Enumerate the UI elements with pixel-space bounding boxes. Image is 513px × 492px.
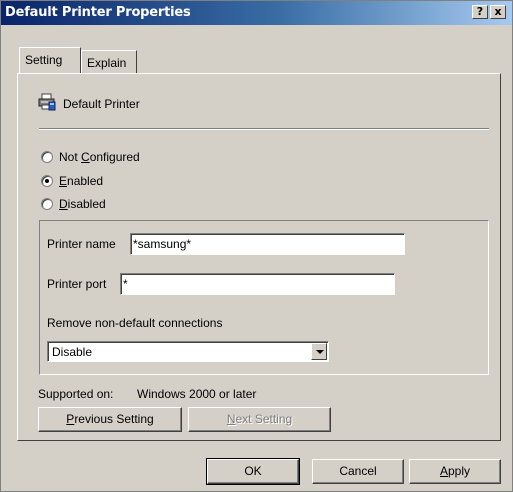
title-bar[interactable]: Default Printer Properties ? x [1, 1, 512, 25]
radio-label: Not Configured [59, 150, 140, 164]
printer-port-label: Printer port [47, 277, 107, 291]
close-button[interactable]: x [490, 5, 506, 19]
printer-policy-icon [38, 93, 56, 111]
help-button[interactable]: ? [472, 5, 488, 19]
tab-explain[interactable]: Explain [81, 50, 137, 74]
window-title: Default Printer Properties [5, 5, 191, 20]
policy-name: Default Printer [63, 97, 140, 111]
printer-name-input[interactable]: *samsung* [130, 233, 405, 255]
select-value: Disable [52, 345, 93, 359]
radio-circle[interactable] [41, 151, 53, 163]
properties-dialog: Default Printer Properties ? x Setting E… [0, 0, 513, 492]
supported-label: Supported on: [38, 387, 114, 401]
printer-name-label: Printer name [47, 237, 116, 251]
radio-label: Disabled [59, 197, 106, 211]
supported-value: Windows 2000 or later [137, 387, 257, 401]
previous-setting-button[interactable]: Previous Setting [38, 407, 182, 432]
next-setting-button[interactable]: Next Setting [188, 407, 331, 432]
radio-circle-selected[interactable] [41, 175, 53, 187]
printer-port-input[interactable]: * [120, 273, 395, 295]
tab-setting[interactable]: Setting [19, 47, 81, 73]
radio-circle[interactable] [41, 198, 53, 210]
ok-button[interactable]: OK [206, 458, 300, 485]
chevron-down-icon [316, 350, 324, 354]
radio-label: Enabled [59, 174, 104, 188]
remove-connections-label: Remove non-default connections [47, 316, 223, 330]
remove-connections-select[interactable]: Disable [47, 341, 329, 362]
help-icon: ? [476, 5, 484, 18]
cancel-button[interactable]: Cancel [312, 459, 404, 484]
close-icon: x [494, 5, 502, 18]
apply-button[interactable]: Apply [409, 459, 501, 484]
separator [39, 128, 489, 130]
dropdown-button[interactable] [311, 343, 327, 360]
